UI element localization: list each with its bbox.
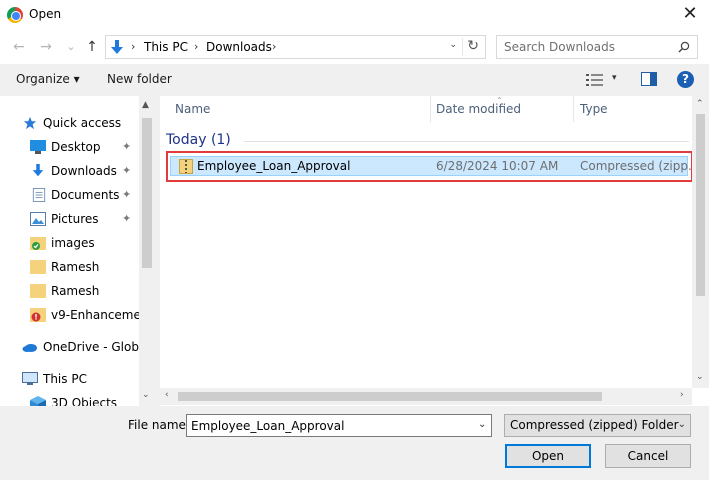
sidebar-item-label: Pictures	[51, 212, 99, 226]
file-type-value: Compressed (zipped) Folder	[510, 418, 679, 432]
selection-highlight-box	[166, 151, 693, 182]
forward-button[interactable]: →	[37, 38, 55, 56]
new-folder-button[interactable]: New folder	[107, 72, 172, 86]
address-dropdown-icon[interactable]: ⌄	[449, 40, 457, 50]
scroll-down-icon[interactable]: ⌄	[142, 390, 150, 400]
window-title: Open	[29, 7, 62, 21]
pc-icon	[22, 372, 38, 385]
sidebar-item-label: 3D Objects	[51, 396, 118, 406]
sidebar-item-ramesh[interactable]: Ramesh	[0, 280, 139, 302]
search-icon[interactable]	[678, 41, 690, 53]
sidebar-item-documents[interactable]: Documents ✦	[0, 184, 139, 206]
scroll-left-icon[interactable]: ‹	[165, 390, 169, 400]
vertical-scroll-thumb[interactable]	[696, 114, 705, 296]
pin-icon: ✦	[122, 188, 132, 201]
navigation-pane: Quick access Desktop ✦ Downloads ✦ Docum…	[0, 96, 155, 406]
breadcrumb-separator: ›	[194, 40, 199, 53]
column-header-name[interactable]: Name	[175, 102, 210, 116]
file-type-dropdown-icon[interactable]: ⌄	[678, 419, 686, 430]
recent-locations-button[interactable]: ⌄	[62, 38, 80, 56]
file-list-vertical-scrollbar[interactable]: ⌃ ⌄	[692, 96, 709, 388]
column-header-type[interactable]: Type	[580, 102, 608, 116]
navigation-bar: ← → ⌄ ↑ › This PC › Downloads › ⌄ ↻ Sear…	[0, 30, 709, 64]
sidebar-scrollbar[interactable]: ▲ ⌄	[139, 96, 155, 406]
sidebar-item-label: v9-Enhancemen	[51, 308, 149, 322]
open-button[interactable]: Open	[505, 444, 591, 468]
file-name-input[interactable]	[186, 414, 492, 437]
back-button[interactable]: ←	[10, 38, 28, 56]
pin-icon: ✦	[122, 212, 132, 225]
folder-icon	[30, 284, 46, 298]
scroll-up-icon[interactable]: ⌃	[696, 99, 704, 109]
sidebar-item-downloads[interactable]: Downloads ✦	[0, 160, 139, 182]
breadcrumb-this-pc[interactable]: This PC	[144, 39, 188, 55]
horizontal-scroll-thumb[interactable]	[178, 392, 602, 401]
file-name-label: File name:	[128, 418, 190, 432]
pin-icon: ✦	[122, 140, 132, 153]
documents-icon	[32, 188, 46, 202]
scroll-right-icon[interactable]: ›	[680, 390, 684, 400]
sidebar-item-pictures[interactable]: Pictures ✦	[0, 208, 139, 230]
sidebar-item-label: Desktop	[51, 140, 101, 154]
file-name-dropdown-icon[interactable]: ⌄	[478, 419, 486, 430]
sidebar-item-v9-enhancement[interactable]: v9-Enhancemen	[0, 304, 148, 326]
sidebar-item-label: OneDrive - Global	[43, 340, 150, 354]
organize-button[interactable]: Organize ▾	[16, 72, 80, 86]
folder-check-icon	[30, 237, 46, 250]
title-bar: Open ✕	[0, 0, 709, 30]
view-options-dropdown-icon[interactable]: ▾	[612, 73, 617, 83]
sidebar-item-label: Documents	[51, 188, 120, 202]
onedrive-icon	[22, 344, 37, 352]
scroll-up-icon[interactable]: ▲	[142, 100, 149, 110]
pictures-icon	[30, 212, 46, 226]
chrome-icon	[7, 7, 23, 23]
folder-icon	[30, 260, 46, 274]
sidebar-item-label: Quick access	[43, 116, 122, 130]
sidebar-item-label: images	[51, 236, 95, 250]
sidebar-item-label: This PC	[43, 372, 87, 386]
star-icon	[23, 116, 37, 130]
address-divider	[462, 38, 463, 56]
refresh-button[interactable]: ↻	[467, 38, 479, 54]
sidebar-item-label: Downloads	[51, 164, 117, 178]
group-header-today[interactable]: Today (1)	[166, 132, 231, 148]
folder-alert-icon	[30, 308, 46, 322]
desktop-icon	[30, 140, 46, 154]
group-divider	[244, 141, 689, 142]
close-button[interactable]: ✕	[677, 3, 703, 27]
preview-pane-icon[interactable]	[641, 72, 657, 86]
search-box[interactable]: Search Downloads	[496, 35, 698, 59]
sidebar-item-quick-access[interactable]: Quick access	[0, 112, 139, 134]
downloads-arrow-icon	[111, 40, 123, 54]
cancel-button[interactable]: Cancel	[605, 444, 691, 468]
sidebar-item-this-pc[interactable]: This PC	[0, 368, 139, 390]
sidebar-item-desktop[interactable]: Desktop ✦	[0, 136, 139, 158]
sidebar-item-onedrive[interactable]: OneDrive - Global	[0, 336, 150, 358]
sidebar-item-label: Ramesh	[51, 260, 100, 274]
column-divider[interactable]	[430, 96, 431, 122]
file-type-select[interactable]: Compressed (zipped) Folder ⌄	[504, 414, 691, 437]
help-icon[interactable]: ?	[677, 71, 694, 88]
address-bar[interactable]: › This PC › Downloads › ⌄ ↻	[105, 35, 486, 59]
sidebar-item-ramesh[interactable]: Ramesh	[0, 256, 139, 278]
column-header-date-modified[interactable]: Date modified	[436, 102, 521, 116]
file-list-horizontal-scrollbar[interactable]: ‹ ›	[160, 388, 692, 405]
file-list: Name ⌃ Date modified Type Today (1) Empl…	[160, 96, 709, 406]
view-details-icon[interactable]	[586, 73, 604, 87]
pin-icon: ✦	[122, 164, 132, 177]
sidebar-item-images[interactable]: images	[0, 232, 139, 254]
breadcrumb-separator: ›	[131, 40, 136, 53]
dialog-footer: File name: ⌄ Compressed (zipped) Folder …	[0, 406, 709, 480]
3d-objects-icon	[30, 396, 46, 406]
breadcrumb-separator: ›	[272, 40, 277, 53]
sidebar-item-3d-objects[interactable]: 3D Objects	[0, 392, 139, 406]
up-button[interactable]: ↑	[83, 38, 101, 56]
search-placeholder: Search Downloads	[504, 40, 615, 54]
sidebar-item-label: Ramesh	[51, 284, 100, 298]
sidebar-scroll-thumb[interactable]	[142, 118, 152, 268]
download-icon	[32, 164, 44, 177]
scroll-down-icon[interactable]: ⌄	[696, 372, 704, 382]
breadcrumb-downloads[interactable]: Downloads	[206, 39, 272, 55]
column-divider[interactable]	[573, 96, 574, 122]
